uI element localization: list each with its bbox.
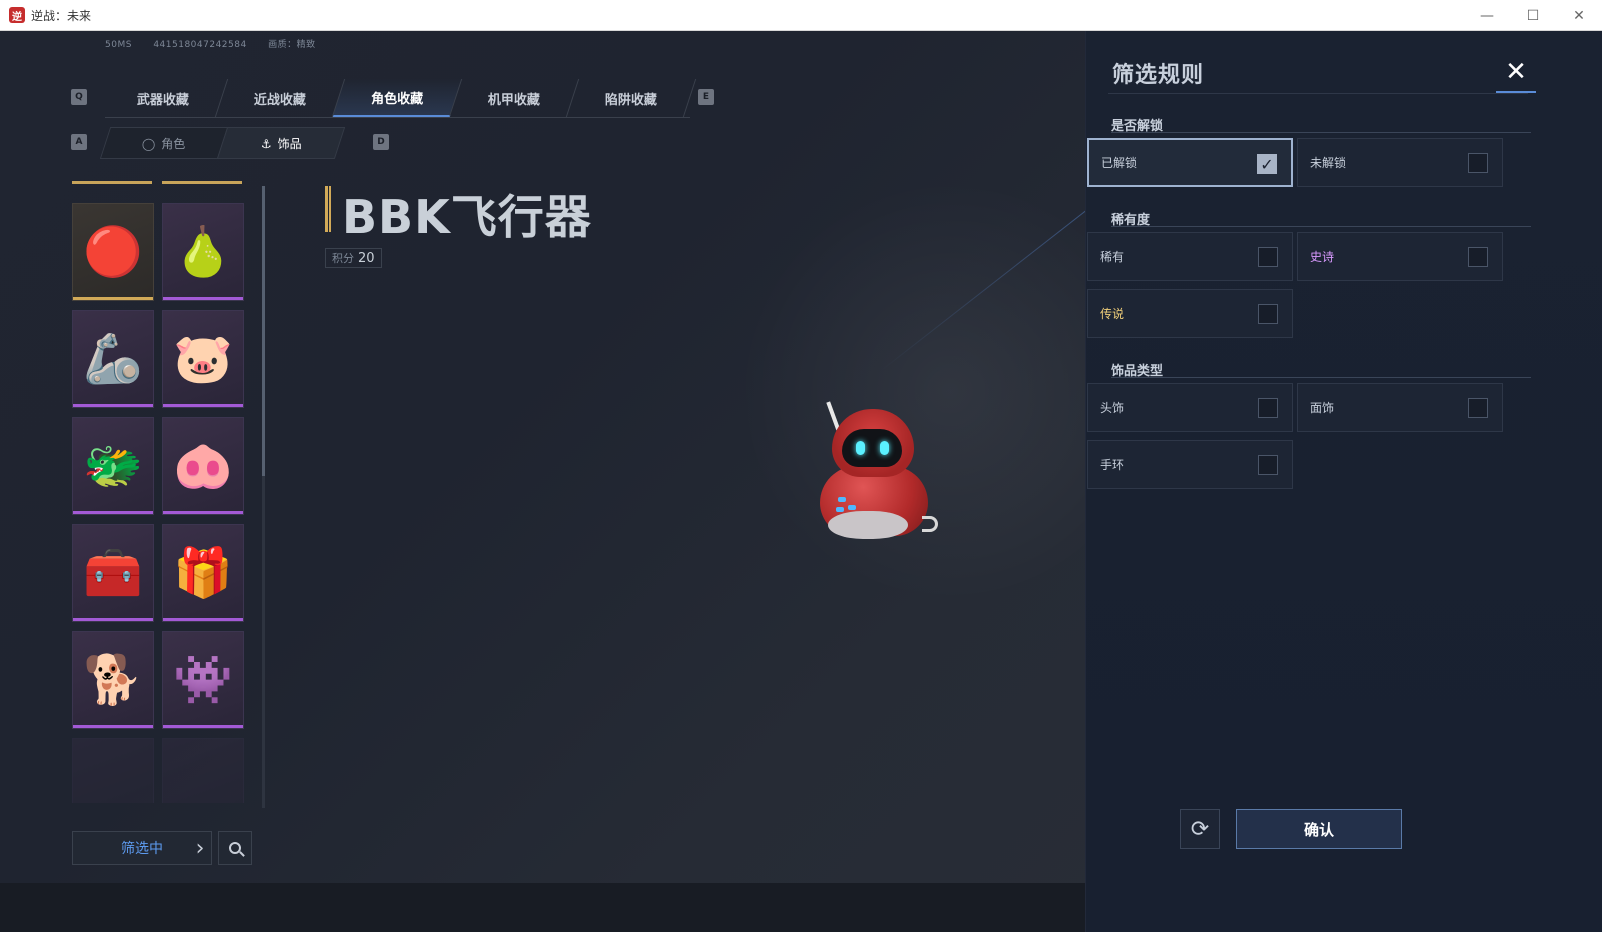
checkbox xyxy=(1468,153,1488,173)
window-titlebar: 逆 逆战：未来 — ☐ ✕ xyxy=(0,0,1602,31)
checkbox xyxy=(1258,455,1278,475)
sub-tabs: ◯ 角色 ⚓ 饰品 xyxy=(99,127,346,159)
checkbox xyxy=(1258,398,1278,418)
refresh-icon[interactable]: ⟳ xyxy=(1180,809,1220,849)
tabs-divider xyxy=(105,117,690,118)
character-icon: ◯ xyxy=(142,136,156,150)
checkbox xyxy=(1258,247,1278,267)
option-epic[interactable]: 史诗 xyxy=(1297,232,1503,281)
item-card[interactable]: 🧰 xyxy=(72,524,154,622)
score-label: 积分 xyxy=(332,252,354,265)
item-preview-model[interactable] xyxy=(810,401,940,551)
grid-scroll-thumb[interactable] xyxy=(262,186,265,476)
item-card[interactable]: 🐷 xyxy=(162,310,244,408)
info-strip: 50MS 441518047242584 画质：精致 xyxy=(105,37,334,50)
item-card[interactable]: 🐕 xyxy=(72,631,154,729)
tab-mecha-collection[interactable]: 机甲收藏 xyxy=(449,79,580,117)
maximize-button[interactable]: ☐ xyxy=(1510,0,1556,31)
item-title: BBK飞行器 xyxy=(342,190,592,244)
checkbox xyxy=(1468,247,1488,267)
search-button[interactable] xyxy=(218,831,252,865)
item-icon: 🐲 xyxy=(83,438,143,494)
score-value: 20 xyxy=(358,250,375,266)
window-controls: — ☐ ✕ xyxy=(1464,0,1602,31)
confirm-button[interactable]: 确认 xyxy=(1236,809,1402,849)
tab-character-collection[interactable]: 角色收藏 xyxy=(332,79,463,117)
item-card[interactable] xyxy=(72,738,154,803)
tab-trap-collection[interactable]: 陷阱收藏 xyxy=(566,79,697,117)
item-icon: 🐽 xyxy=(173,438,233,494)
tab-weapon-collection[interactable]: 武器收藏 xyxy=(98,79,229,117)
item-icon: 🐕 xyxy=(83,652,143,708)
minimize-button[interactable]: — xyxy=(1464,0,1510,31)
close-window-button[interactable]: ✕ xyxy=(1556,0,1602,31)
grid-top-bar xyxy=(162,181,242,184)
item-icon: 🍐 xyxy=(173,224,233,280)
item-icon: 👾 xyxy=(173,652,233,708)
option-unlocked[interactable]: 已解锁 ✓ xyxy=(1087,138,1293,187)
key-hint-e: E xyxy=(698,89,714,105)
checkbox xyxy=(1258,304,1278,324)
accessory-icon: ⚓ xyxy=(260,136,272,150)
option-rare[interactable]: 稀有 xyxy=(1087,232,1293,281)
key-hint-q: Q xyxy=(71,89,87,105)
main-tabs: 武器收藏 近战收藏 角色收藏 机甲收藏 陷阱收藏 xyxy=(98,79,697,117)
item-card[interactable]: 🔴 xyxy=(72,203,154,301)
item-card[interactable]: 🦾 xyxy=(72,310,154,408)
filter-panel-title: 筛选规则 xyxy=(1112,63,1205,88)
subtab-character[interactable]: ◯ 角色 xyxy=(99,127,229,159)
game-viewport: 50MS 441518047242584 画质：精致 Q E A D 武器收藏 … xyxy=(0,31,1602,932)
search-icon xyxy=(229,842,241,854)
option-locked[interactable]: 未解锁 xyxy=(1297,138,1503,187)
option-facewear[interactable]: 面饰 xyxy=(1297,383,1503,432)
player-id: 441518047242584 xyxy=(153,40,247,50)
key-hint-a: A xyxy=(71,134,87,150)
item-grid: 🔴 🍐 🦾 🐷 🐲 🐽 🧰 🎁 🐕 👾 xyxy=(72,181,262,803)
item-card[interactable]: 🐲 xyxy=(72,417,154,515)
tab-melee-collection[interactable]: 近战收藏 xyxy=(215,79,346,117)
item-card[interactable]: 👾 xyxy=(162,631,244,729)
subtab-accessory[interactable]: ⚓ 饰品 xyxy=(216,127,346,159)
filter-panel: 筛选规则 ✕ 是否解锁 已解锁 ✓ 未解锁 稀有度 稀有 史诗 传说 饰品类型 xyxy=(1085,31,1602,932)
filter-button-label: 筛选中 xyxy=(121,841,163,857)
close-icon[interactable]: ✕ xyxy=(1496,53,1536,93)
item-icon: 🧰 xyxy=(83,545,143,601)
item-icon: 🎁 xyxy=(173,545,233,601)
item-icon: 🦾 xyxy=(83,331,143,387)
quality-value: 画质：精致 xyxy=(268,40,316,50)
app-icon: 逆 xyxy=(9,7,25,23)
item-card[interactable]: 🐽 xyxy=(162,417,244,515)
bottom-band xyxy=(0,883,1085,932)
item-card[interactable]: 🍐 xyxy=(162,203,244,301)
ping-value: 50MS xyxy=(105,40,132,50)
option-bracelet[interactable]: 手环 xyxy=(1087,440,1293,489)
item-card[interactable]: 🎁 xyxy=(162,524,244,622)
option-legendary[interactable]: 传说 xyxy=(1087,289,1293,338)
grid-top-bar xyxy=(72,181,152,184)
item-icon: 🔴 xyxy=(83,224,143,280)
option-headwear[interactable]: 头饰 xyxy=(1087,383,1293,432)
window-title: 逆战：未来 xyxy=(31,8,92,23)
check-icon: ✓ xyxy=(1257,154,1277,174)
key-hint-d: D xyxy=(373,134,389,150)
chevron-right-icon[interactable]: › xyxy=(188,831,212,865)
title-accent xyxy=(325,186,331,232)
item-card[interactable] xyxy=(162,738,244,803)
checkbox xyxy=(1468,398,1488,418)
score-box: 积分 20 xyxy=(325,248,382,268)
item-icon: 🐷 xyxy=(173,331,233,387)
